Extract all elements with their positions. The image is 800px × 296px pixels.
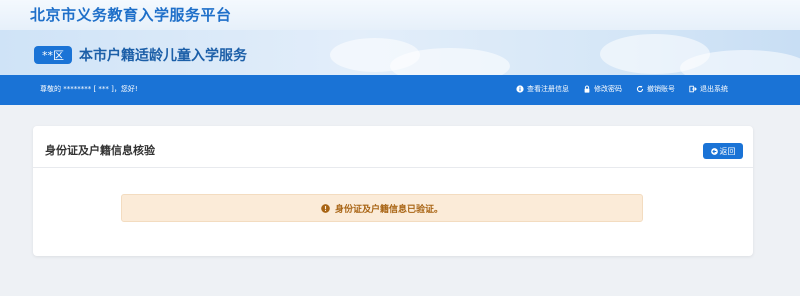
nav-link-label: 修改密码	[594, 85, 622, 93]
warning-icon	[321, 203, 330, 213]
greeting-text: 尊敬的 ******** [ *** ]，您好!	[40, 85, 138, 93]
verification-alert: 身份证及户籍信息已验证。	[121, 194, 643, 222]
back-button[interactable]: 返回	[703, 143, 743, 159]
district-tag: **区	[34, 46, 72, 64]
nav-link-change-password[interactable]: 修改密码	[583, 84, 622, 94]
info-icon	[516, 85, 524, 93]
arrow-left-icon	[710, 147, 718, 155]
nav-link-label: 退出系统	[700, 85, 728, 93]
nav-link-label: 撤销账号	[647, 85, 675, 93]
verification-card: 身份证及户籍信息核验 返回 身份证及户籍信息已验证。	[33, 126, 753, 256]
card-header: 身份证及户籍信息核验 返回	[33, 126, 753, 168]
lock-icon	[584, 85, 590, 93]
nav-link-cancel-account[interactable]: 撤销账号	[636, 84, 675, 94]
logout-icon	[689, 85, 697, 93]
nav-link-view-registration[interactable]: 查看注册信息	[516, 84, 569, 94]
refresh-icon	[636, 85, 644, 93]
nav-link-label: 查看注册信息	[527, 85, 569, 93]
back-button-label: 返回	[719, 146, 736, 156]
service-title: 本市户籍适龄儿童入学服务	[79, 48, 247, 64]
alert-message: 身份证及户籍信息已验证。	[334, 204, 443, 215]
nav-link-logout[interactable]: 退出系统	[689, 84, 728, 94]
nav-links: 查看注册信息 修改密码 撤销账号 退出系统	[516, 84, 728, 94]
site-title: 北京市义务教育入学服务平台	[30, 6, 232, 24]
card-title: 身份证及户籍信息核验	[45, 144, 155, 157]
